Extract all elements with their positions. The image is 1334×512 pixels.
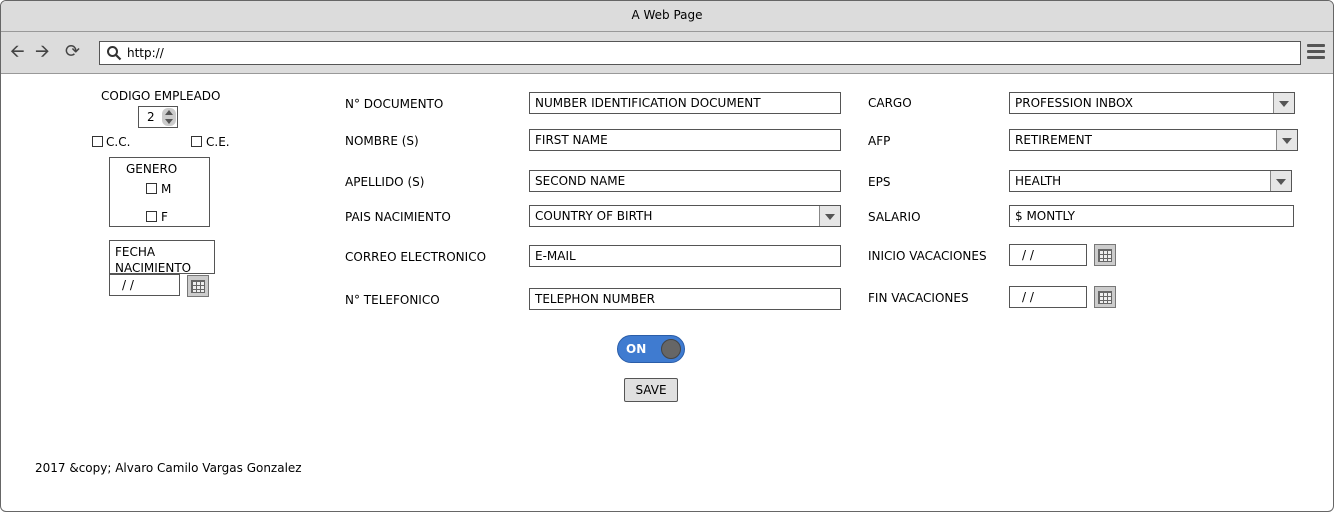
browser-window: A Web Page 🡨 🡪 ⟳ http:// CODIGO EMPLEADO… (0, 0, 1334, 512)
vacation-end-label: FIN VACACIONES (868, 291, 969, 305)
back-arrow-icon[interactable]: 🡨 (10, 42, 25, 62)
name-input[interactable]: FIRST NAME (529, 129, 841, 151)
employee-code-label: CODIGO EMPLEADO (101, 89, 221, 103)
email-label: CORREO ELECTRONICO (345, 250, 487, 264)
forward-arrow-icon[interactable]: 🡪 (35, 42, 50, 62)
document-label: N° DOCUMENTO (345, 97, 444, 111)
eps-select[interactable]: HEALTH (1009, 170, 1292, 192)
birth-calendar-icon[interactable] (187, 275, 209, 297)
vacation-end-calendar-icon[interactable] (1094, 286, 1116, 308)
female-checkbox[interactable] (146, 211, 157, 222)
cargo-select-value: PROFESSION INBOX (1015, 96, 1133, 110)
eps-label: EPS (868, 175, 891, 189)
employee-code-value: 2 (147, 110, 155, 124)
chevron-down-icon[interactable] (1276, 130, 1297, 150)
toggle-knob (661, 339, 681, 359)
email-input[interactable]: E-MAIL (529, 245, 841, 267)
salary-input[interactable]: $ MONTLY (1009, 205, 1294, 227)
url-text: http:// (127, 46, 164, 60)
chevron-down-icon[interactable] (1270, 171, 1291, 191)
document-input[interactable]: NUMBER IDENTIFICATION DOCUMENT (529, 92, 841, 114)
vacation-end-input[interactable]: / / (1009, 286, 1087, 308)
birth-date-label-box: FECHA NACIMIENTO (109, 240, 215, 275)
stepper-down-icon[interactable] (165, 119, 173, 124)
birth-date-label: FECHA NACIMIENTO (115, 245, 192, 275)
vacation-start-calendar-icon[interactable] (1094, 244, 1116, 266)
phone-input[interactable]: TELEPHON NUMBER (529, 288, 841, 310)
address-bar[interactable]: http:// (99, 41, 1301, 65)
vacation-start-input[interactable]: / / (1009, 244, 1087, 266)
footer-copyright: 2017 &copy; Alvaro Camilo Vargas Gonzale… (35, 461, 302, 475)
toggle-label: ON (626, 342, 647, 356)
afp-select-value: RETIREMENT (1015, 133, 1092, 147)
employee-code-stepper[interactable]: 2 (138, 106, 178, 128)
birth-date-input[interactable]: / / (109, 274, 180, 296)
country-label: PAIS NACIMIENTO (345, 210, 451, 224)
status-toggle[interactable]: ON (617, 335, 685, 363)
ce-checkbox[interactable] (191, 136, 202, 147)
reload-icon[interactable]: ⟳ (65, 42, 80, 62)
male-label: M (161, 182, 172, 196)
afp-select[interactable]: RETIREMENT (1009, 129, 1298, 151)
surname-input[interactable]: SECOND NAME (529, 170, 841, 192)
stepper-up-icon[interactable] (165, 110, 173, 115)
hamburger-menu-icon[interactable] (1307, 44, 1325, 60)
window-title: A Web Page (1, 1, 1333, 32)
phone-label: N° TELEFONICO (345, 293, 440, 307)
ce-label: C.E. (206, 135, 230, 149)
search-icon (107, 46, 122, 61)
vacation-start-label: INICIO VACACIONES (868, 249, 987, 263)
chevron-down-icon[interactable] (819, 206, 840, 226)
name-label: NOMBRE (S) (345, 134, 419, 148)
salary-label: SALARIO (868, 210, 921, 224)
browser-toolbar: 🡨 🡪 ⟳ http:// (1, 32, 1333, 74)
eps-select-value: HEALTH (1015, 174, 1062, 188)
country-select-value: COUNTRY OF BIRTH (535, 209, 653, 223)
save-button[interactable]: SAVE (624, 378, 678, 402)
country-select[interactable]: COUNTRY OF BIRTH (529, 205, 841, 227)
stepper-buttons[interactable] (162, 108, 176, 126)
cc-checkbox[interactable] (92, 136, 103, 147)
cc-label: C.C. (106, 135, 131, 149)
chevron-down-icon[interactable] (1273, 93, 1294, 113)
male-checkbox[interactable] (146, 183, 157, 194)
cargo-select[interactable]: PROFESSION INBOX (1009, 92, 1295, 114)
cargo-label: CARGO (868, 96, 912, 110)
afp-label: AFP (868, 134, 891, 148)
surname-label: APELLIDO (S) (345, 175, 425, 189)
gender-label: GENERO (126, 162, 178, 176)
female-label: F (161, 210, 168, 224)
